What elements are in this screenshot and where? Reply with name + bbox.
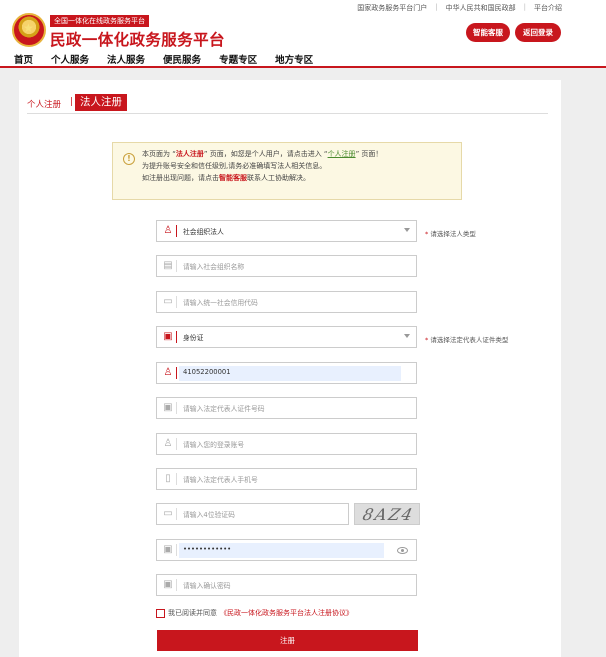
verify-code-placeholder: 请输入4位验证码 bbox=[183, 511, 235, 519]
card-icon: ▭ bbox=[163, 296, 173, 307]
nav-home[interactable]: 首页 bbox=[14, 52, 33, 66]
user-icon: ♙ bbox=[163, 438, 173, 449]
field-divider bbox=[176, 367, 177, 379]
nav-topics[interactable]: 专题专区 bbox=[219, 52, 257, 66]
org-name-placeholder: 请输入社会组织名称 bbox=[183, 263, 245, 271]
chevron-down-icon bbox=[404, 334, 410, 338]
field-divider bbox=[176, 296, 177, 308]
message-icon: ▭ bbox=[163, 508, 173, 519]
site-subtitle: 全国一体化在线政务服务平台 bbox=[50, 15, 149, 27]
smart-service-button[interactable]: 智能客服 bbox=[466, 23, 510, 42]
notice-line-2: 为提升账号安全和信任级别,请务必准确填写法人相关信息。 bbox=[142, 162, 327, 171]
agree-text: 我已阅读并同意 bbox=[168, 609, 217, 617]
site-title: 民政一体化政务服务平台 bbox=[50, 31, 225, 49]
hint-text: 请选择法人类型 bbox=[430, 230, 476, 238]
password-value: •••••••••••• bbox=[183, 545, 232, 553]
nav-local[interactable]: 地方专区 bbox=[275, 52, 313, 66]
field-divider bbox=[176, 402, 177, 414]
notice-text-part: ” 页面，如您是个人用户，请点击进入 “ bbox=[203, 150, 328, 158]
phone-icon: ▯ bbox=[165, 473, 171, 484]
field-divider bbox=[176, 225, 177, 237]
link-national-portal[interactable]: 国家政务服务平台门户 bbox=[357, 3, 427, 13]
field-divider bbox=[176, 508, 177, 520]
notice-text-part: 联系人工协助解决。 bbox=[247, 174, 310, 183]
username-value: 41052200001 bbox=[183, 368, 231, 376]
captcha-image[interactable]: 8AZ4 bbox=[354, 503, 420, 525]
smart-service-link[interactable]: 智能客服 bbox=[219, 174, 247, 182]
tab-personal-register[interactable]: 个人注册 bbox=[27, 98, 61, 110]
field-divider bbox=[176, 579, 177, 591]
required-star: * bbox=[425, 336, 429, 344]
lock-icon: ▣ bbox=[163, 544, 173, 555]
main-nav: 首页 个人服务 法人服务 便民服务 专题专区 地方专区 bbox=[14, 52, 313, 66]
field-divider bbox=[176, 331, 177, 343]
link-ministry[interactable]: 中华人民共和国民政部 bbox=[446, 3, 516, 13]
org-type-value: 社会组织法人 bbox=[183, 228, 224, 236]
field-divider bbox=[176, 473, 177, 485]
field-divider bbox=[176, 438, 177, 450]
notice-text-part: 本页面为 “ bbox=[142, 150, 176, 158]
field-divider bbox=[176, 544, 177, 556]
building-icon: ▤ bbox=[163, 260, 173, 271]
nav-convenience-service[interactable]: 便民服务 bbox=[163, 52, 201, 66]
confirm-password-input[interactable]: ▣ 请输入确认密码 bbox=[156, 574, 417, 596]
password-input[interactable]: ▣ •••••••••••• bbox=[156, 539, 417, 561]
rep-id-input[interactable]: ▣ 请输入法定代表人证件号码 bbox=[156, 397, 417, 419]
confirm-password-placeholder: 请输入确认密码 bbox=[183, 582, 231, 590]
login-account-input[interactable]: ♙ 请输入您的登录账号 bbox=[156, 433, 417, 455]
user-icon: ♙ bbox=[163, 225, 173, 236]
id-card-icon: ▣ bbox=[163, 331, 173, 342]
notice-text-part: 如注册出现问题，请点击 bbox=[142, 174, 219, 183]
id-type-hint: * 请选择法定代表人证件类型 bbox=[425, 334, 508, 344]
notice-text-part: ” 页面！ bbox=[355, 150, 383, 158]
personal-register-link[interactable]: 个人注册 bbox=[328, 150, 356, 158]
rep-phone-placeholder: 请输入法定代表人手机号 bbox=[183, 476, 258, 484]
eye-icon[interactable] bbox=[397, 547, 408, 554]
captcha-text: 8AZ4 bbox=[360, 505, 417, 524]
credit-code-input[interactable]: ▭ 请输入统一社会信用代码 bbox=[156, 291, 417, 313]
national-emblem-icon bbox=[12, 13, 46, 47]
warning-icon: ! bbox=[123, 153, 135, 165]
agreement-row: 我已阅读并同意 《民政一体化政务服务平台法人注册协议》 bbox=[156, 608, 353, 618]
nav-corporate-service[interactable]: 法人服务 bbox=[107, 52, 145, 66]
notice-line-3: 如注册出现问题，请点击智能客服联系人工协助解决。 bbox=[142, 172, 382, 184]
org-type-select[interactable]: ♙ 社会组织法人 bbox=[156, 220, 417, 242]
tab-corporate-register[interactable]: 法人注册 bbox=[75, 94, 127, 111]
id-card-icon: ▣ bbox=[163, 402, 173, 413]
notice-line-1: 本页面为 “法人注册” 页面，如您是个人用户，请点击进入 “个人注册” 页面！ bbox=[142, 148, 382, 160]
lock-icon: ▣ bbox=[163, 579, 173, 590]
registration-card: 个人注册 | 法人注册 ! 本页面为 “法人注册” 页面，如您是个人用户，请点击… bbox=[19, 80, 561, 657]
notice-box: ! 本页面为 “法人注册” 页面，如您是个人用户，请点击进入 “个人注册” 页面… bbox=[112, 142, 462, 200]
top-links: 国家政务服务平台门户 | 中华人民共和国民政部 | 平台介绍 bbox=[357, 3, 562, 13]
agreement-link[interactable]: 《民政一体化政务服务平台法人注册协议》 bbox=[220, 608, 353, 618]
org-type-hint: * 请选择法人类型 bbox=[425, 228, 476, 238]
id-type-value: 身份证 bbox=[183, 334, 204, 342]
agree-checkbox[interactable] bbox=[156, 608, 165, 618]
back-to-login-button[interactable]: 返回登录 bbox=[515, 23, 561, 42]
notice-highlight: 法人注册 bbox=[175, 150, 204, 158]
separator: | bbox=[523, 3, 526, 11]
rep-id-placeholder: 请输入法定代表人证件号码 bbox=[183, 405, 265, 413]
register-button[interactable]: 注册 bbox=[157, 630, 418, 651]
org-name-input[interactable]: ▤ 请输入社会组织名称 bbox=[156, 255, 417, 277]
verify-code-input[interactable]: ▭ 请输入4位验证码 bbox=[156, 503, 349, 525]
link-platform-intro[interactable]: 平台介绍 bbox=[534, 3, 562, 13]
nav-personal-service[interactable]: 个人服务 bbox=[51, 52, 89, 66]
credit-code-placeholder: 请输入统一社会信用代码 bbox=[183, 299, 258, 307]
id-type-select[interactable]: ▣ 身份证 bbox=[156, 326, 417, 348]
username-input[interactable]: ♙ 41052200001 bbox=[156, 362, 417, 384]
site-header: 全国一体化在线政务服务平台 民政一体化政务服务平台 国家政务服务平台门户 | 中… bbox=[0, 0, 606, 68]
notice-text: 本页面为 “法人注册” 页面，如您是个人用户，请点击进入 “个人注册” 页面！ … bbox=[142, 148, 382, 185]
separator: | bbox=[435, 3, 438, 11]
field-divider bbox=[176, 260, 177, 272]
hint-text: 请选择法定代表人证件类型 bbox=[430, 336, 509, 344]
rep-phone-input[interactable]: ▯ 请输入法定代表人手机号 bbox=[156, 468, 417, 490]
required-star: * bbox=[425, 230, 429, 238]
registration-tabs: 个人注册 | 法人注册 bbox=[27, 94, 548, 114]
tab-separator: | bbox=[70, 97, 74, 107]
chevron-down-icon bbox=[404, 228, 410, 232]
login-account-placeholder: 请输入您的登录账号 bbox=[183, 441, 245, 449]
user-icon: ♙ bbox=[163, 367, 173, 378]
